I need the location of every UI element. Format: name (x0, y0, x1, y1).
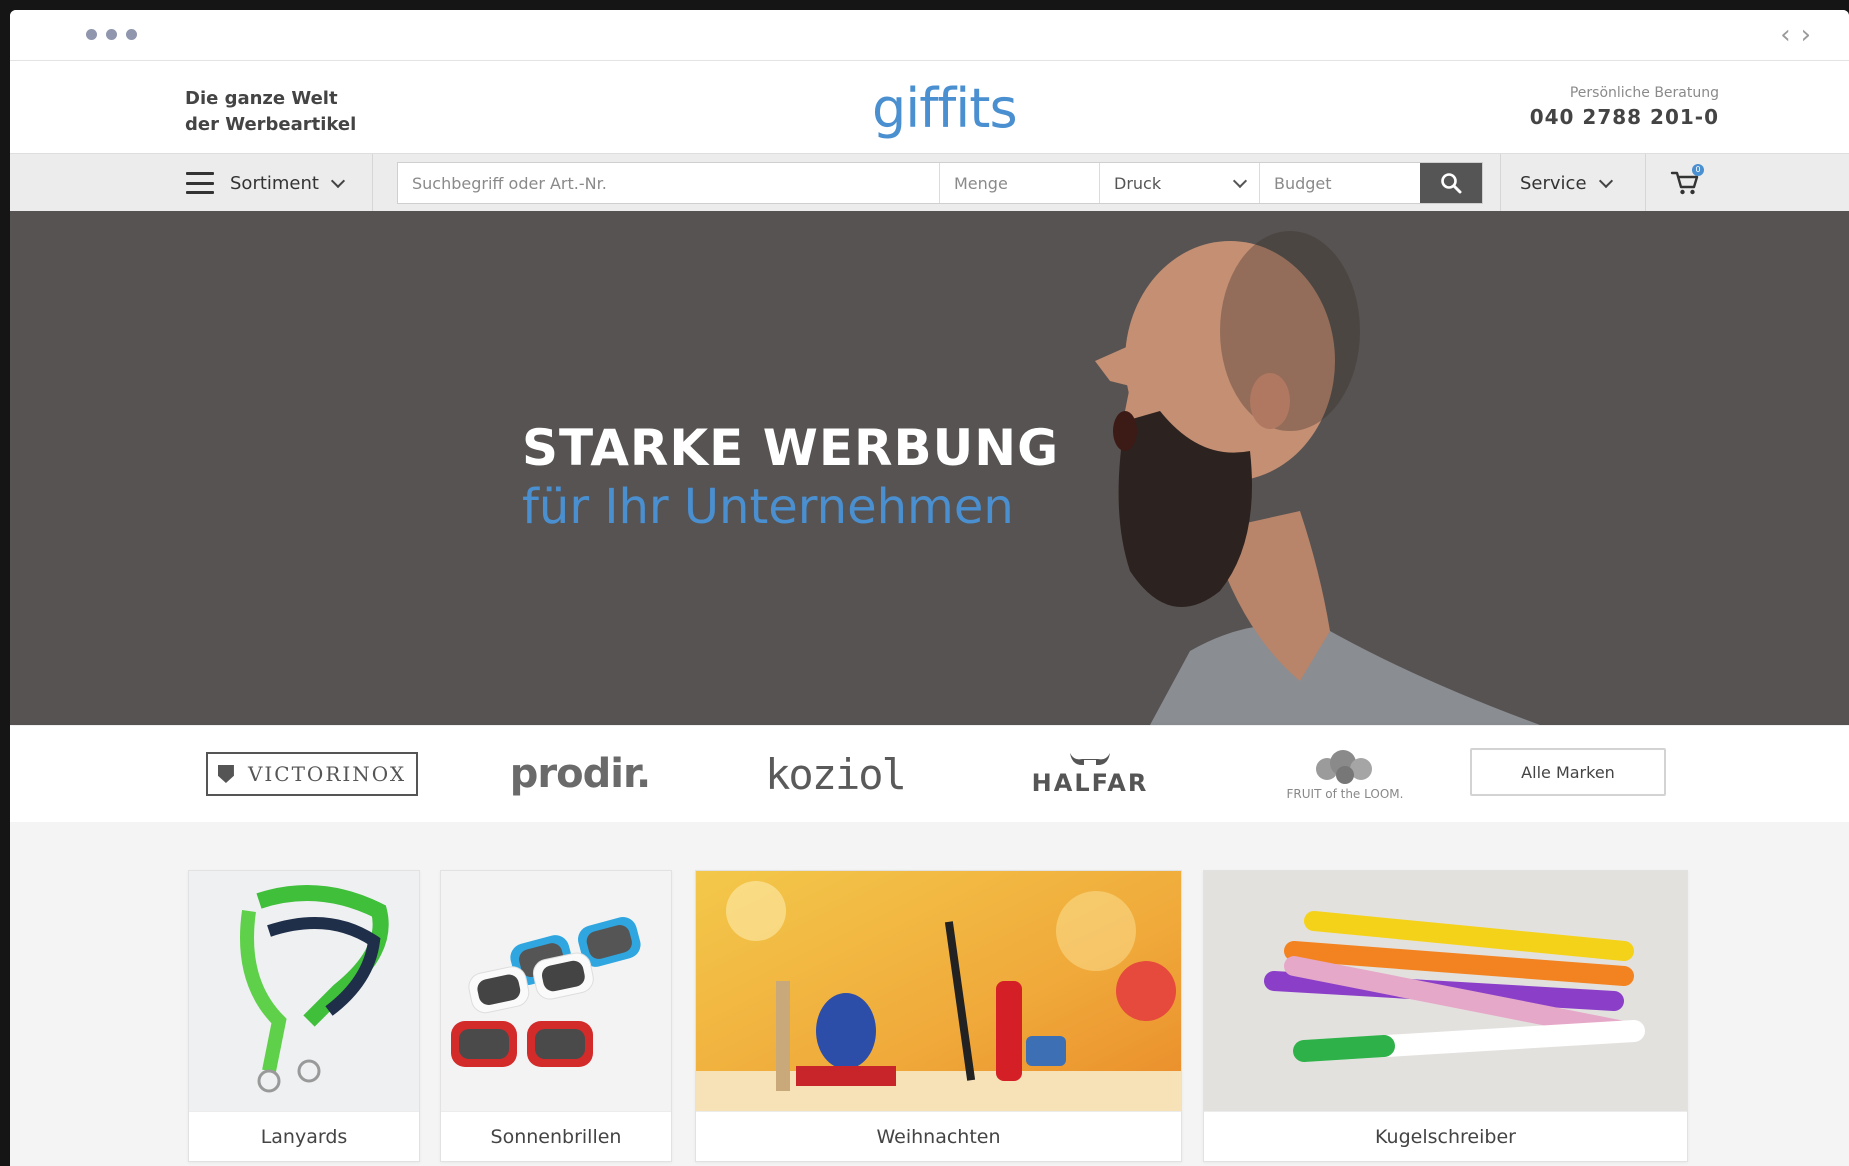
sortiment-label: Sortiment (230, 172, 319, 194)
print-select-label: Druck (1114, 173, 1162, 193)
brand-name: VICTORINOX (247, 762, 407, 786)
hero-banner[interactable]: STARKE WERBUNG für Ihr Unternehmen (10, 211, 1849, 725)
search-bar: Druck (397, 162, 1483, 204)
divider (1500, 154, 1501, 211)
site-logo[interactable]: giffits (872, 77, 1018, 140)
tagline-line: der Werbeartikel (185, 114, 357, 135)
sortiment-menu-button[interactable]: Sortiment (186, 168, 346, 198)
chevron-down-icon (330, 173, 346, 188)
window-dot[interactable] (86, 29, 97, 40)
brand-name: FRUIT of the LOOM. (1286, 787, 1404, 801)
hero-title: STARKE WERBUNG (522, 419, 1060, 477)
lanyards-image (189, 871, 419, 1111)
tagline: Die ganze Welt der Werbeartikel (185, 86, 356, 138)
window-dot[interactable] (126, 29, 137, 40)
browser-window: ‹› Die ganze Welt der Werbeartikel giffi… (10, 10, 1849, 1166)
pens-image (1204, 871, 1687, 1111)
shouting-man-photo (1095, 231, 1540, 725)
print-select[interactable]: Druck (1100, 163, 1260, 203)
category-grid: Lanyards Sonnenbrillen Weihnachten Kugel… (10, 822, 1849, 1166)
forward-arrow-icon[interactable]: › (1801, 20, 1821, 50)
chevron-down-icon (1232, 173, 1248, 188)
search-button[interactable] (1420, 163, 1482, 203)
service-menu-button[interactable]: Service (1520, 168, 1613, 198)
search-input[interactable] (398, 163, 940, 203)
category-card-weihnachten[interactable]: Weihnachten (695, 870, 1182, 1162)
quantity-input[interactable] (940, 163, 1100, 203)
brand-logo-victorinox[interactable]: VICTORINOX (205, 726, 419, 822)
brand-logo-halfar[interactable]: HALFAR (1020, 726, 1160, 822)
site-header: Die ganze Welt der Werbeartikel giffits … (10, 61, 1849, 153)
brand-logo-prodir[interactable]: prodir. (510, 726, 651, 822)
brand-strip: VICTORINOX prodir. koziol HALFAR FRUIT o… (10, 726, 1849, 822)
fruit-cluster-icon (1316, 750, 1372, 784)
back-arrow-icon[interactable]: ‹ (1780, 20, 1800, 50)
window-dot[interactable] (106, 29, 117, 40)
hamburger-icon (186, 172, 214, 194)
category-label: Sonnenbrillen (441, 1111, 671, 1162)
contact-label: Persönliche Beratung (1569, 85, 1719, 101)
hero-subtitle: für Ihr Unternehmen (522, 479, 1014, 535)
chevron-down-icon (1598, 173, 1613, 188)
browser-nav: ‹› (1780, 20, 1821, 50)
main-navbar: Sortiment Druck Service (10, 153, 1849, 212)
category-label: Lanyards (189, 1111, 419, 1162)
divider (372, 154, 373, 211)
tagline-line: Die ganze Welt (185, 88, 338, 109)
brand-logo-koziol[interactable]: koziol (765, 726, 907, 822)
category-card-lanyards[interactable]: Lanyards (188, 870, 420, 1162)
all-brands-button[interactable]: Alle Marken (1470, 748, 1666, 796)
sunglasses-image (441, 871, 671, 1111)
category-label: Weihnachten (696, 1111, 1181, 1162)
christmas-gifts-image (696, 871, 1181, 1111)
victorinox-shield-icon (217, 765, 234, 783)
brand-name: HALFAR (1031, 769, 1149, 797)
category-card-kugelschreiber[interactable]: Kugelschreiber (1203, 870, 1688, 1162)
cart-button[interactable]: 0 (1670, 164, 1704, 198)
cart-count-badge: 0 (1692, 164, 1704, 176)
victorinox-logo: VICTORINOX (205, 752, 419, 796)
service-label: Service (1520, 172, 1587, 194)
budget-input[interactable] (1260, 163, 1420, 203)
category-label: Kugelschreiber (1204, 1111, 1687, 1162)
contact-phone[interactable]: 040 2788 201-0 (1530, 105, 1719, 129)
brand-logo-fruit-of-the-loom[interactable]: FRUIT of the LOOM. (1285, 726, 1405, 822)
search-icon (1441, 173, 1462, 194)
contact-info: Persönliche Beratung 040 2788 201-0 (1530, 85, 1719, 129)
halfar-bull-icon (1070, 753, 1110, 766)
category-card-sonnenbrillen[interactable]: Sonnenbrillen (440, 870, 672, 1162)
divider (1645, 154, 1646, 211)
browser-chrome: ‹› (10, 10, 1849, 61)
